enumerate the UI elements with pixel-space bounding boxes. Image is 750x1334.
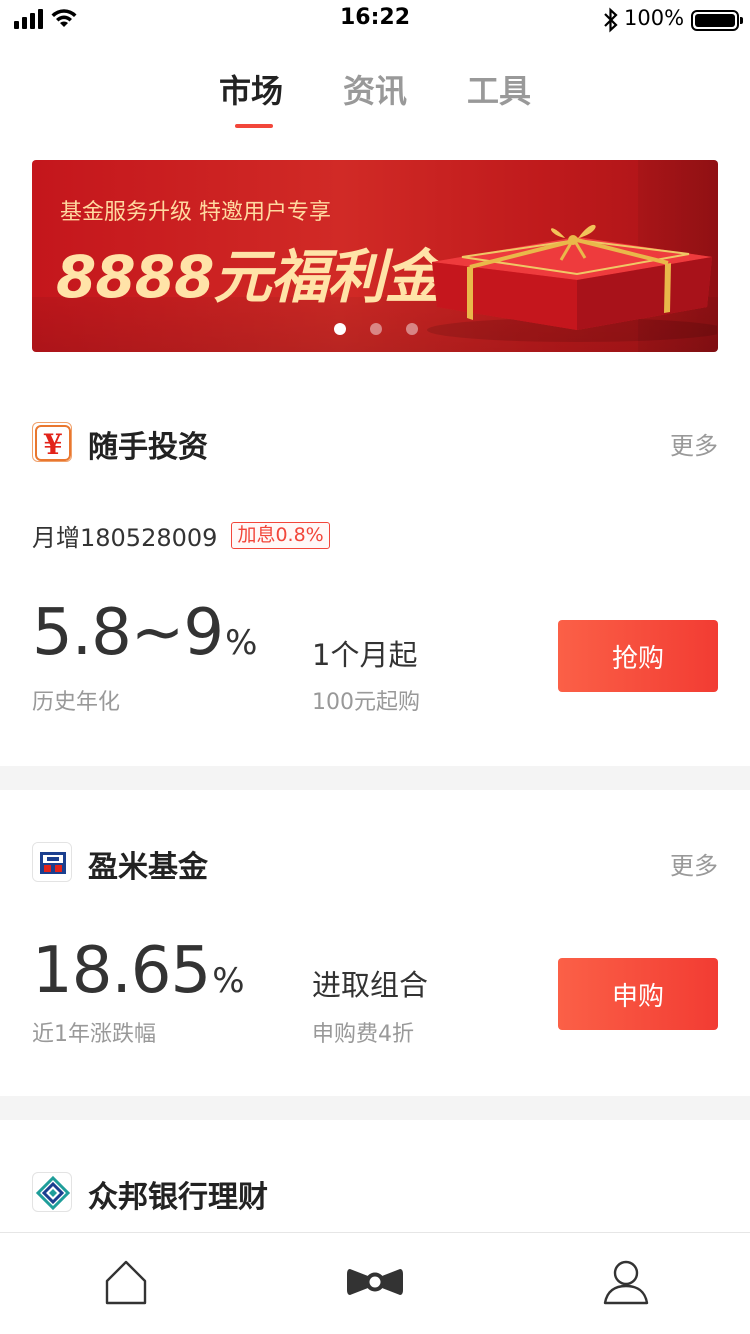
- section-title: 随手投资: [88, 430, 208, 465]
- bowtie-icon[interactable]: [346, 1265, 404, 1299]
- min-purchase-text: 100元起购: [312, 690, 420, 715]
- more-link[interactable]: 更多: [670, 846, 718, 881]
- status-bar: 16:22 100%: [0, 0, 750, 40]
- top-tabs: 市场 资讯 工具: [0, 60, 750, 130]
- product-tag-line: 月增180528009 加息0.8%: [32, 518, 330, 553]
- battery-percent: 100%: [624, 6, 685, 30]
- section-divider: [0, 1096, 750, 1120]
- zhongbang-logo-icon: [32, 1172, 72, 1212]
- more-link[interactable]: 更多: [670, 426, 718, 461]
- rate-label: 近1年涨跌幅: [32, 1022, 156, 1047]
- banner-title: 8888元福利金: [56, 243, 442, 311]
- fee-discount-text: 申购费4折: [312, 1022, 414, 1047]
- promo-banner[interactable]: 基金服务升级 特邀用户专享 8888元福利金: [32, 160, 718, 352]
- section-yingmi: 盈米基金 更多 18.65% 近1年涨跌幅 进取组合 申购费4折 申购: [0, 840, 750, 1096]
- suishou-logo-icon: ¥: [32, 422, 72, 462]
- section-header: ¥ 随手投资 更多: [32, 420, 718, 465]
- section-title: 盈米基金: [88, 850, 208, 885]
- subscribe-button[interactable]: 申购: [558, 958, 718, 1030]
- tab-market[interactable]: 市场: [219, 66, 283, 112]
- bottom-nav: [0, 1232, 750, 1334]
- battery-icon: [691, 10, 743, 31]
- rate-value: 18.65%: [32, 934, 245, 1008]
- banner-pagination: [334, 323, 418, 335]
- section-suishou: ¥ 随手投资 更多 月增180528009 加息0.8% 5.8~9% 历史年化…: [0, 420, 750, 766]
- rate-value: 5.8~9%: [32, 596, 257, 670]
- yingmi-logo-icon: [32, 842, 72, 882]
- user-icon[interactable]: [603, 1259, 649, 1305]
- bluetooth-icon: [604, 7, 618, 33]
- pagination-dot[interactable]: [334, 323, 346, 335]
- section-title: 众邦银行理财: [88, 1180, 268, 1215]
- rate-label: 历史年化: [32, 690, 121, 715]
- section-divider: [0, 766, 750, 790]
- portfolio-name: 进取组合: [312, 968, 429, 1002]
- tab-tools[interactable]: 工具: [467, 66, 531, 112]
- product-name: 月增180528009: [32, 524, 218, 552]
- svg-text:¥: ¥: [43, 428, 62, 461]
- section-zhongbang: 众邦银行理财: [0, 1170, 750, 1232]
- pagination-dot[interactable]: [406, 323, 418, 335]
- banner-subtitle: 基金服务升级 特邀用户专享: [60, 200, 331, 225]
- tab-news[interactable]: 资讯: [343, 66, 407, 112]
- gift-box-illustration: [427, 224, 717, 342]
- tab-active-indicator: [235, 124, 273, 128]
- section-header: 盈米基金 更多: [32, 840, 718, 885]
- bonus-badge: 加息0.8%: [231, 522, 330, 549]
- buy-button[interactable]: 抢购: [558, 620, 718, 692]
- term-text: 1个月起: [312, 638, 418, 672]
- pagination-dot[interactable]: [370, 323, 382, 335]
- home-icon[interactable]: [104, 1259, 148, 1305]
- section-header: 众邦银行理财: [32, 1170, 718, 1215]
